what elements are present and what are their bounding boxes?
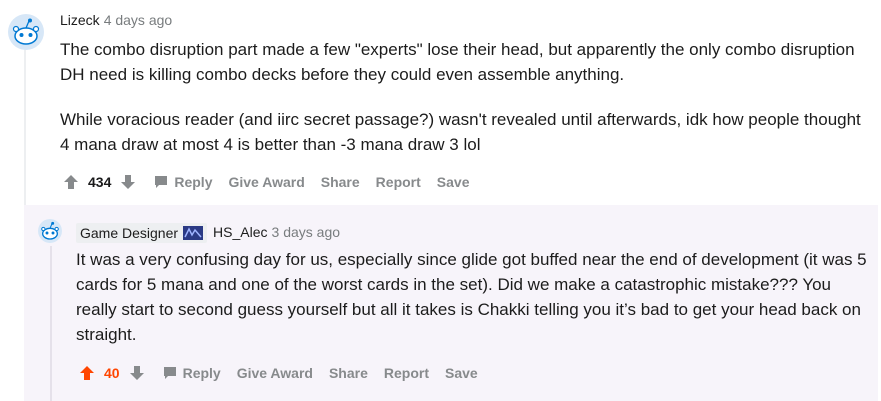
reply-thread-line[interactable]: [50, 246, 52, 401]
snoo-avatar-icon: [8, 14, 44, 50]
report-button[interactable]: Report: [368, 170, 429, 194]
vote-score: 40: [104, 365, 120, 381]
downvote-arrow-icon: [129, 366, 144, 380]
reply-label: Reply: [174, 174, 213, 190]
comment-meta: Lizeck 4 days ago: [60, 12, 172, 28]
share-button[interactable]: Share: [313, 170, 368, 194]
reply-timestamp[interactable]: 3 days ago: [272, 224, 341, 240]
comment-body: The combo disruption part made a few "ex…: [60, 37, 865, 157]
reply-meta: Game Designer HS_Alec 3 days ago: [76, 221, 341, 244]
comment-paragraph: The combo disruption part made a few "ex…: [60, 40, 855, 84]
upvote-button[interactable]: [60, 171, 82, 193]
reply-body: It was a very confusing day for us, espe…: [76, 247, 868, 347]
reply-action-bar: 40 Reply Give Award Share Report Save: [76, 361, 486, 385]
reply-button[interactable]: Reply: [154, 361, 229, 385]
snoo-avatar-icon: [38, 219, 62, 243]
comment-timestamp[interactable]: 4 days ago: [104, 12, 173, 28]
downvote-arrow-icon: [121, 175, 136, 189]
vote-score: 434: [88, 174, 112, 190]
comment-action-bar: 434 Reply Give Award Share Report Save: [60, 170, 478, 194]
comment-author[interactable]: Lizeck: [60, 12, 100, 28]
reply-paragraph: It was a very confusing day for us, espe…: [76, 250, 867, 344]
give-award-button[interactable]: Give Award: [229, 361, 321, 385]
comment-bubble-icon: [163, 367, 176, 379]
reply-author[interactable]: HS_Alec: [213, 224, 267, 240]
upvote-arrow-icon: [64, 175, 78, 189]
user-flair: Game Designer: [76, 223, 208, 244]
comment-bubble-icon: [155, 176, 168, 188]
share-button[interactable]: Share: [321, 361, 376, 385]
downvote-button[interactable]: [117, 171, 139, 193]
downvote-button[interactable]: [126, 362, 148, 384]
avatar[interactable]: [8, 14, 44, 50]
upvote-arrow-icon: [80, 366, 94, 380]
reply-label: Reply: [182, 365, 221, 381]
comment-paragraph: While voracious reader (and iirc secret …: [60, 110, 861, 154]
flair-label: Game Designer: [80, 225, 179, 242]
reply-button[interactable]: Reply: [145, 170, 220, 194]
flair-emblem-icon: [183, 226, 204, 241]
save-button[interactable]: Save: [437, 361, 486, 385]
save-button[interactable]: Save: [429, 170, 478, 194]
upvote-button[interactable]: [76, 362, 98, 384]
give-award-button[interactable]: Give Award: [220, 170, 312, 194]
report-button[interactable]: Report: [376, 361, 437, 385]
reply-avatar[interactable]: [38, 219, 62, 243]
